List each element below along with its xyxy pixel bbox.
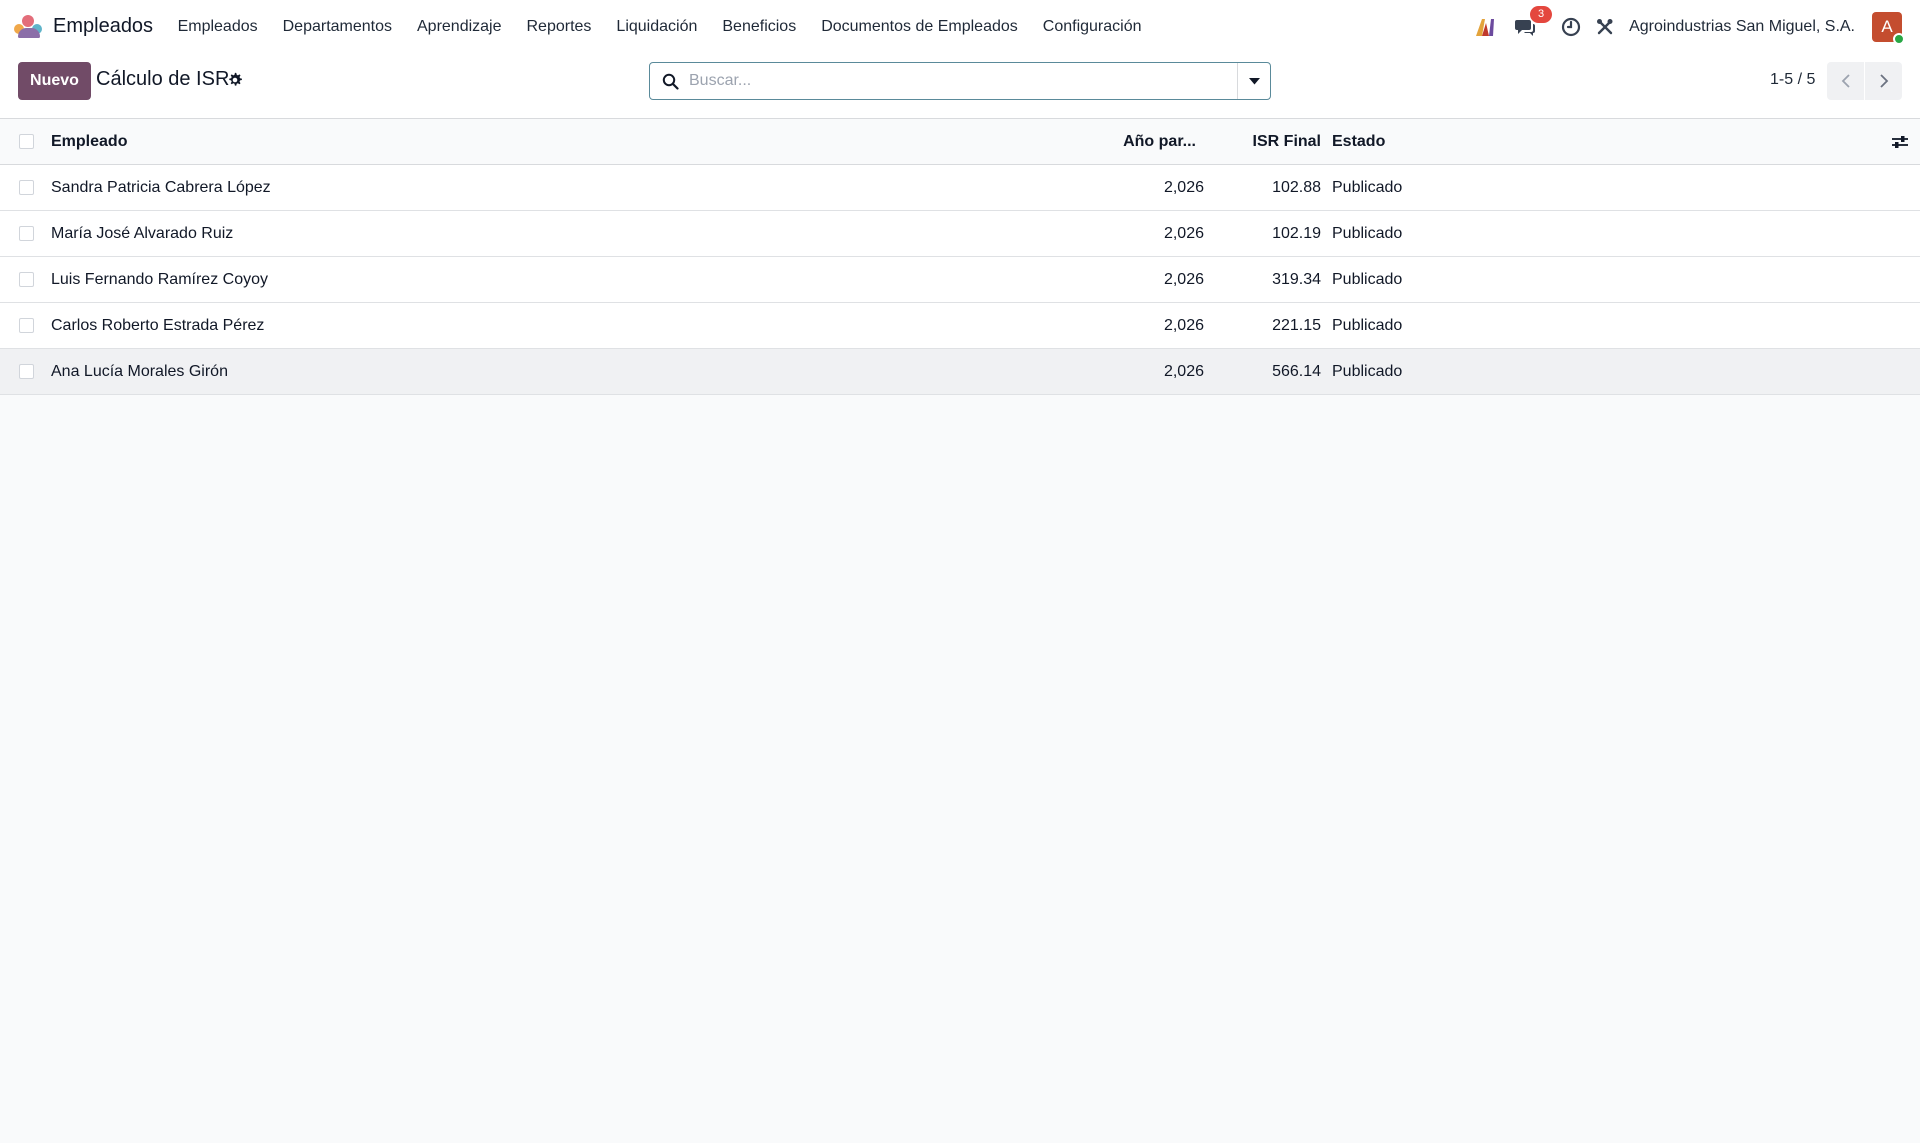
cell-isr-final: 319.34 bbox=[1272, 271, 1321, 288]
cell-isr-final: 102.88 bbox=[1272, 179, 1321, 196]
row-checkbox[interactable] bbox=[19, 180, 34, 195]
caret-down-icon[interactable] bbox=[1237, 63, 1270, 99]
chevron-right-icon[interactable] bbox=[1865, 62, 1902, 100]
menu-item-configuracion[interactable]: Configuración bbox=[1030, 18, 1154, 36]
table-row[interactable]: María José Alvarado Ruiz 2,026 102.19 Pu… bbox=[0, 211, 1920, 257]
cell-year: 2,026 bbox=[1163, 179, 1204, 196]
table-row[interactable]: Ana Lucía Morales Girón 2,026 566.14 Pub… bbox=[0, 349, 1920, 395]
gear-icon[interactable] bbox=[226, 71, 244, 89]
cell-state: Publicado bbox=[1332, 271, 1403, 288]
tools-icon[interactable] bbox=[1594, 16, 1616, 38]
cell-year: 2,026 bbox=[1163, 317, 1204, 334]
header-isr-final[interactable]: ISR Final bbox=[1253, 119, 1321, 165]
menu-item-beneficios[interactable]: Beneficios bbox=[710, 18, 809, 36]
cell-year: 2,026 bbox=[1163, 271, 1204, 288]
column-settings-icon[interactable] bbox=[1891, 133, 1909, 151]
chat-icon[interactable]: 3 bbox=[1514, 5, 1553, 38]
cell-state: Publicado bbox=[1332, 225, 1403, 242]
cell-isr-final: 221.15 bbox=[1272, 317, 1321, 334]
table-row[interactable]: Carlos Roberto Estrada Pérez 2,026 221.1… bbox=[0, 303, 1920, 349]
cell-year: 2,026 bbox=[1163, 225, 1204, 242]
online-status-dot bbox=[1893, 32, 1905, 45]
row-checkbox[interactable] bbox=[19, 364, 34, 379]
cell-employee: Ana Lucía Morales Girón bbox=[51, 363, 228, 380]
cell-state: Publicado bbox=[1332, 363, 1403, 380]
menu-item-reportes[interactable]: Reportes bbox=[514, 18, 604, 36]
messages-badge: 3 bbox=[1530, 5, 1553, 23]
cell-employee: Carlos Roberto Estrada Pérez bbox=[51, 317, 265, 334]
header-state[interactable]: Estado bbox=[1332, 119, 1385, 165]
menu-item-empleados[interactable]: Empleados bbox=[165, 18, 270, 36]
menu-item-liquidacion[interactable]: Liquidación bbox=[604, 18, 710, 36]
menu-item-departamentos[interactable]: Departamentos bbox=[270, 18, 404, 36]
app-brand[interactable]: Empleados bbox=[14, 0, 153, 53]
cell-state: Publicado bbox=[1332, 179, 1403, 196]
pager-value[interactable]: 1-5 / 5 bbox=[1770, 71, 1815, 89]
table-row[interactable]: Sandra Patricia Cabrera López 2,026 102.… bbox=[0, 165, 1920, 211]
menu-item-aprendizaje[interactable]: Aprendizaje bbox=[405, 18, 515, 36]
systray: 3 Agroindustrias San Miguel, S.A. A bbox=[1462, 0, 1920, 53]
search-box bbox=[649, 62, 1271, 100]
ai-icon[interactable] bbox=[1474, 16, 1496, 38]
header-employee[interactable]: Empleado bbox=[51, 119, 127, 165]
select-all-checkbox[interactable] bbox=[19, 134, 34, 149]
app-name[interactable]: Empleados bbox=[53, 15, 153, 38]
row-checkbox[interactable] bbox=[19, 318, 34, 333]
cell-isr-final: 102.19 bbox=[1272, 225, 1321, 242]
row-checkbox[interactable] bbox=[19, 272, 34, 287]
clock-icon[interactable] bbox=[1560, 16, 1582, 38]
header-year[interactable]: Año par... bbox=[1123, 119, 1196, 165]
control-panel: Nuevo Cálculo de ISR 1-5 / 5 bbox=[0, 53, 1920, 119]
main-menu: Empleados Departamentos Aprendizaje Repo… bbox=[165, 0, 1154, 53]
cell-year: 2,026 bbox=[1163, 363, 1204, 380]
table-header: Empleado Año par... ISR Final Estado bbox=[0, 119, 1920, 165]
avatar[interactable]: A bbox=[1872, 11, 1905, 45]
cell-employee: María José Alvarado Ruiz bbox=[51, 225, 234, 242]
employees-app-logo bbox=[14, 14, 44, 39]
isr-list-table: Empleado Año par... ISR Final Estado San… bbox=[0, 119, 1920, 395]
row-checkbox[interactable] bbox=[19, 226, 34, 241]
new-button[interactable]: Nuevo bbox=[18, 62, 91, 100]
page-title: Cálculo de ISR bbox=[96, 68, 230, 90]
cell-employee: Luis Fernando Ramírez Coyoy bbox=[51, 271, 268, 288]
chevron-left-icon[interactable] bbox=[1827, 62, 1864, 100]
avatar-letter: A bbox=[1881, 16, 1893, 36]
menu-item-documentos[interactable]: Documentos de Empleados bbox=[809, 18, 1031, 36]
top-navbar: Empleados Empleados Departamentos Aprend… bbox=[0, 0, 1920, 53]
cell-isr-final: 566.14 bbox=[1272, 363, 1321, 380]
search-icon bbox=[662, 72, 680, 90]
cell-state: Publicado bbox=[1332, 317, 1403, 334]
cell-employee: Sandra Patricia Cabrera López bbox=[51, 179, 271, 196]
company-switcher[interactable]: Agroindustrias San Miguel, S.A. bbox=[1629, 18, 1855, 36]
table-row[interactable]: Luis Fernando Ramírez Coyoy 2,026 319.34… bbox=[0, 257, 1920, 303]
search-input[interactable] bbox=[689, 72, 1229, 90]
